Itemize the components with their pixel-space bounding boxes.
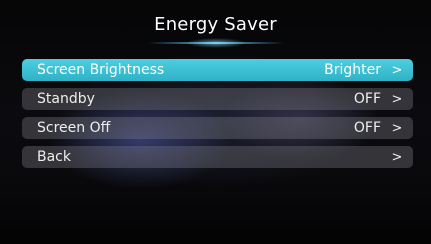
menu-item-standby[interactable]: Standby OFF >: [22, 88, 413, 110]
menu-item-label: Standby: [37, 91, 95, 107]
menu-item-back[interactable]: Back >: [22, 146, 413, 168]
energy-saver-menu: Screen Brightness Brighter > Standby OFF…: [22, 59, 413, 175]
menu-item-value: OFF: [353, 120, 381, 136]
menu-item-value: Brighter: [324, 62, 381, 78]
chevron-right-icon: >: [391, 91, 403, 107]
title-underline-flare: [186, 38, 246, 48]
chevron-right-icon: >: [391, 120, 403, 136]
page-title: Energy Saver: [154, 14, 277, 35]
energy-saver-screen: Energy Saver Screen Brightness Brighter …: [0, 0, 431, 244]
menu-item-label: Back: [37, 149, 71, 165]
title-underline-glow: [148, 38, 284, 48]
chevron-right-icon: >: [391, 62, 403, 78]
menu-item-label: Screen Off: [37, 120, 111, 136]
chevron-right-icon: >: [391, 149, 403, 165]
menu-item-screen-brightness[interactable]: Screen Brightness Brighter >: [22, 59, 413, 81]
menu-item-screen-off[interactable]: Screen Off OFF >: [22, 117, 413, 139]
menu-item-label: Screen Brightness: [37, 62, 165, 78]
menu-item-value: OFF: [353, 91, 381, 107]
